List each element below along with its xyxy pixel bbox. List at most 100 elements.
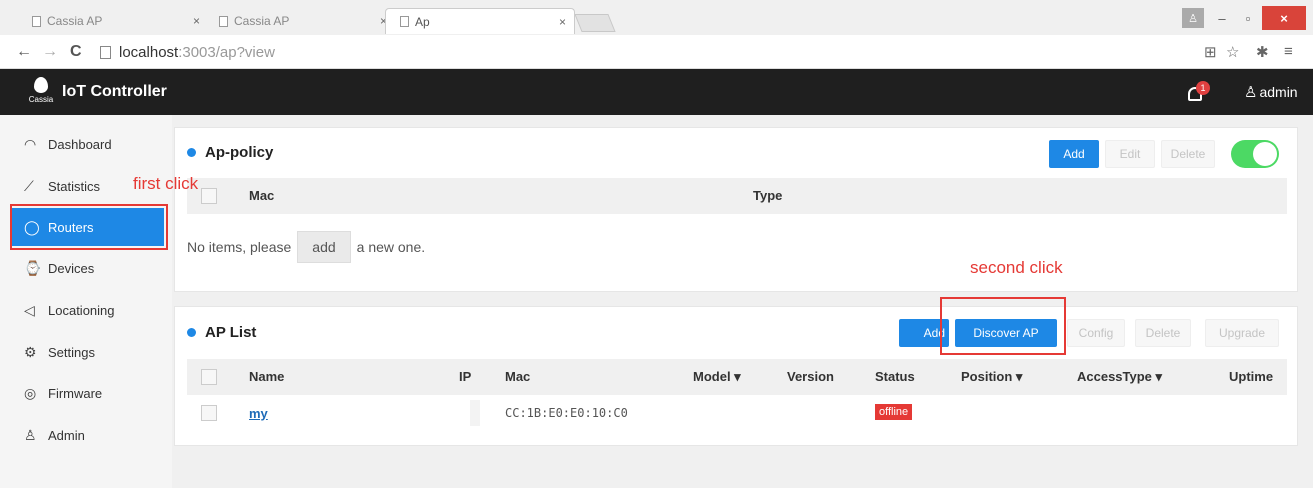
empty-text: a new one. <box>356 239 426 255</box>
ap-table-header: Name IP Mac Model ▾ Version Status Posit… <box>187 359 1287 395</box>
column-uptime[interactable]: Uptime <box>1229 369 1273 384</box>
ap-mac: CC:1B:E0:E0:10:C0 <box>505 406 628 420</box>
close-window-button[interactable]: × <box>1262 6 1306 30</box>
panel-title-text: AP List <box>205 324 257 341</box>
back-icon[interactable]: ← <box>16 43 32 61</box>
bookmark-star-icon[interactable]: ☆ <box>1226 43 1239 61</box>
firmware-icon: ◎ <box>24 384 37 401</box>
forward-icon[interactable]: → <box>42 43 58 61</box>
translate-icon[interactable]: ⊞ <box>1204 43 1217 61</box>
new-tab-button[interactable] <box>574 14 616 32</box>
sidebar-item-label: Statistics <box>48 178 101 194</box>
column-model[interactable]: Model ▾ <box>693 369 741 385</box>
delete-policy-button[interactable]: Delete <box>1161 140 1215 168</box>
browser-tab-cassia-1[interactable]: Cassia AP × <box>18 8 208 34</box>
select-all-checkbox[interactable] <box>201 188 217 204</box>
sidebar-item-label: Dashboard <box>48 136 112 152</box>
table-row: my CC:1B:E0:E0:10:C0 offline <box>187 396 1287 430</box>
edit-policy-button[interactable]: Edit <box>1105 140 1155 168</box>
sidebar-item-dashboard[interactable]: ◠ Dashboard <box>12 125 164 163</box>
tab-label: Cassia AP <box>47 14 103 28</box>
upgrade-button[interactable]: Upgrade <box>1205 319 1279 347</box>
ip-cell <box>470 400 480 426</box>
page-icon <box>219 15 228 27</box>
column-name[interactable]: Name <box>249 369 284 384</box>
admin-user-icon: ♙ <box>24 426 37 443</box>
notification-badge: 1 <box>1196 81 1210 95</box>
ap-list-panel: AP List Add Discover AP Config Delete Up… <box>174 306 1298 446</box>
bullet-dot-icon <box>187 148 196 157</box>
ap-policy-panel: Ap-policy Add Edit Delete Mac Type No it… <box>174 127 1298 292</box>
column-position[interactable]: Position ▾ <box>961 369 1022 385</box>
location-arrow-icon: ◁ <box>24 301 35 318</box>
sidebar-item-devices[interactable]: ⌚ Devices <box>12 249 164 287</box>
panel-title: Ap-policy <box>187 144 273 161</box>
address-bar: ← → C localhost:3003/ap?view ⊞ ☆ ✱ ≡ <box>0 35 1313 69</box>
add-inline-button[interactable]: add <box>297 231 351 263</box>
user-icon: ♙ <box>1244 84 1258 101</box>
user-menu[interactable]: ♙ admin <box>1244 83 1298 101</box>
tab-label: Cassia AP <box>234 14 290 28</box>
watch-icon: ⌚ <box>24 259 42 276</box>
bullet-dot-icon <box>187 328 196 337</box>
page-info-icon[interactable] <box>100 45 111 59</box>
sidebar-item-label: Settings <box>48 344 95 360</box>
policy-table-header: Mac Type <box>187 178 1287 214</box>
column-ip[interactable]: IP <box>459 369 471 384</box>
minimize-button[interactable]: – <box>1212 6 1232 30</box>
maximize-button[interactable]: ▫ <box>1238 6 1258 30</box>
sidebar-item-label: Admin <box>48 427 85 443</box>
page-icon <box>32 15 41 27</box>
column-type: Type <box>753 188 783 203</box>
select-all-checkbox[interactable] <box>201 369 217 385</box>
sidebar-item-admin[interactable]: ♙ Admin <box>12 416 164 454</box>
delete-ap-button[interactable]: Delete <box>1135 319 1191 347</box>
first-click-annotation: first click <box>133 174 199 193</box>
close-tab-icon[interactable]: × <box>193 14 200 28</box>
config-button[interactable]: Config <box>1067 319 1125 347</box>
profile-icon[interactable]: ♙ <box>1182 8 1204 28</box>
first-click-highlight <box>10 204 168 250</box>
dashboard-icon: ◠ <box>24 135 37 152</box>
sidebar-item-locationing[interactable]: ◁ Locationing <box>12 291 164 329</box>
url-path: :3003/ap?view <box>178 43 275 61</box>
statistics-icon: ⟋ <box>24 177 34 194</box>
status-badge: offline <box>875 404 913 420</box>
extension-icon[interactable]: ✱ <box>1256 43 1269 61</box>
empty-state: No items, please add a new one. <box>187 231 425 263</box>
url-input[interactable]: localhost:3003/ap?view <box>100 41 1190 63</box>
url-host: localhost <box>119 43 179 61</box>
empty-text: No items, please <box>187 239 292 255</box>
app-header: Cassia IoT Controller 1 ♙ admin <box>0 69 1313 115</box>
column-mac: Mac <box>249 188 275 203</box>
browser-tab-bar: Cassia AP × Cassia AP × Ap × ♙ – ▫ × <box>0 0 1313 35</box>
second-click-highlight <box>940 297 1066 355</box>
cassia-logo[interactable]: Cassia <box>26 77 56 107</box>
panel-title-text: Ap-policy <box>205 144 274 161</box>
policy-toggle[interactable] <box>1231 140 1279 168</box>
browser-tab-ap[interactable]: Ap × <box>385 8 575 34</box>
sidebar-item-settings[interactable]: ⚙ Settings <box>12 333 164 371</box>
column-mac[interactable]: Mac <box>505 369 530 384</box>
reload-icon[interactable]: C <box>70 43 82 61</box>
tab-label: Ap <box>415 14 430 29</box>
second-click-annotation: second click <box>970 258 1063 277</box>
column-status[interactable]: Status <box>875 369 915 384</box>
row-checkbox[interactable] <box>201 405 217 421</box>
sidebar-item-label: Firmware <box>48 385 103 401</box>
column-version[interactable]: Version <box>787 369 834 384</box>
close-tab-icon[interactable]: × <box>559 15 566 29</box>
notification-bell-icon[interactable]: 1 <box>1186 81 1210 103</box>
column-accesstype[interactable]: AccessType ▾ <box>1077 369 1162 385</box>
add-policy-button[interactable]: Add <box>1049 140 1099 168</box>
sidebar-item-firmware[interactable]: ◎ Firmware <box>12 374 164 412</box>
page-icon <box>400 16 409 27</box>
app-title: IoT Controller <box>62 83 167 100</box>
logo-label: Cassia <box>28 95 54 104</box>
ap-name-link[interactable]: my <box>249 406 268 421</box>
user-name: admin <box>1259 84 1298 100</box>
panel-title: AP List <box>187 324 256 341</box>
gear-icon: ⚙ <box>24 343 37 360</box>
browser-menu-icon[interactable]: ≡ <box>1284 43 1293 60</box>
browser-tab-cassia-2[interactable]: Cassia AP × <box>205 8 395 34</box>
